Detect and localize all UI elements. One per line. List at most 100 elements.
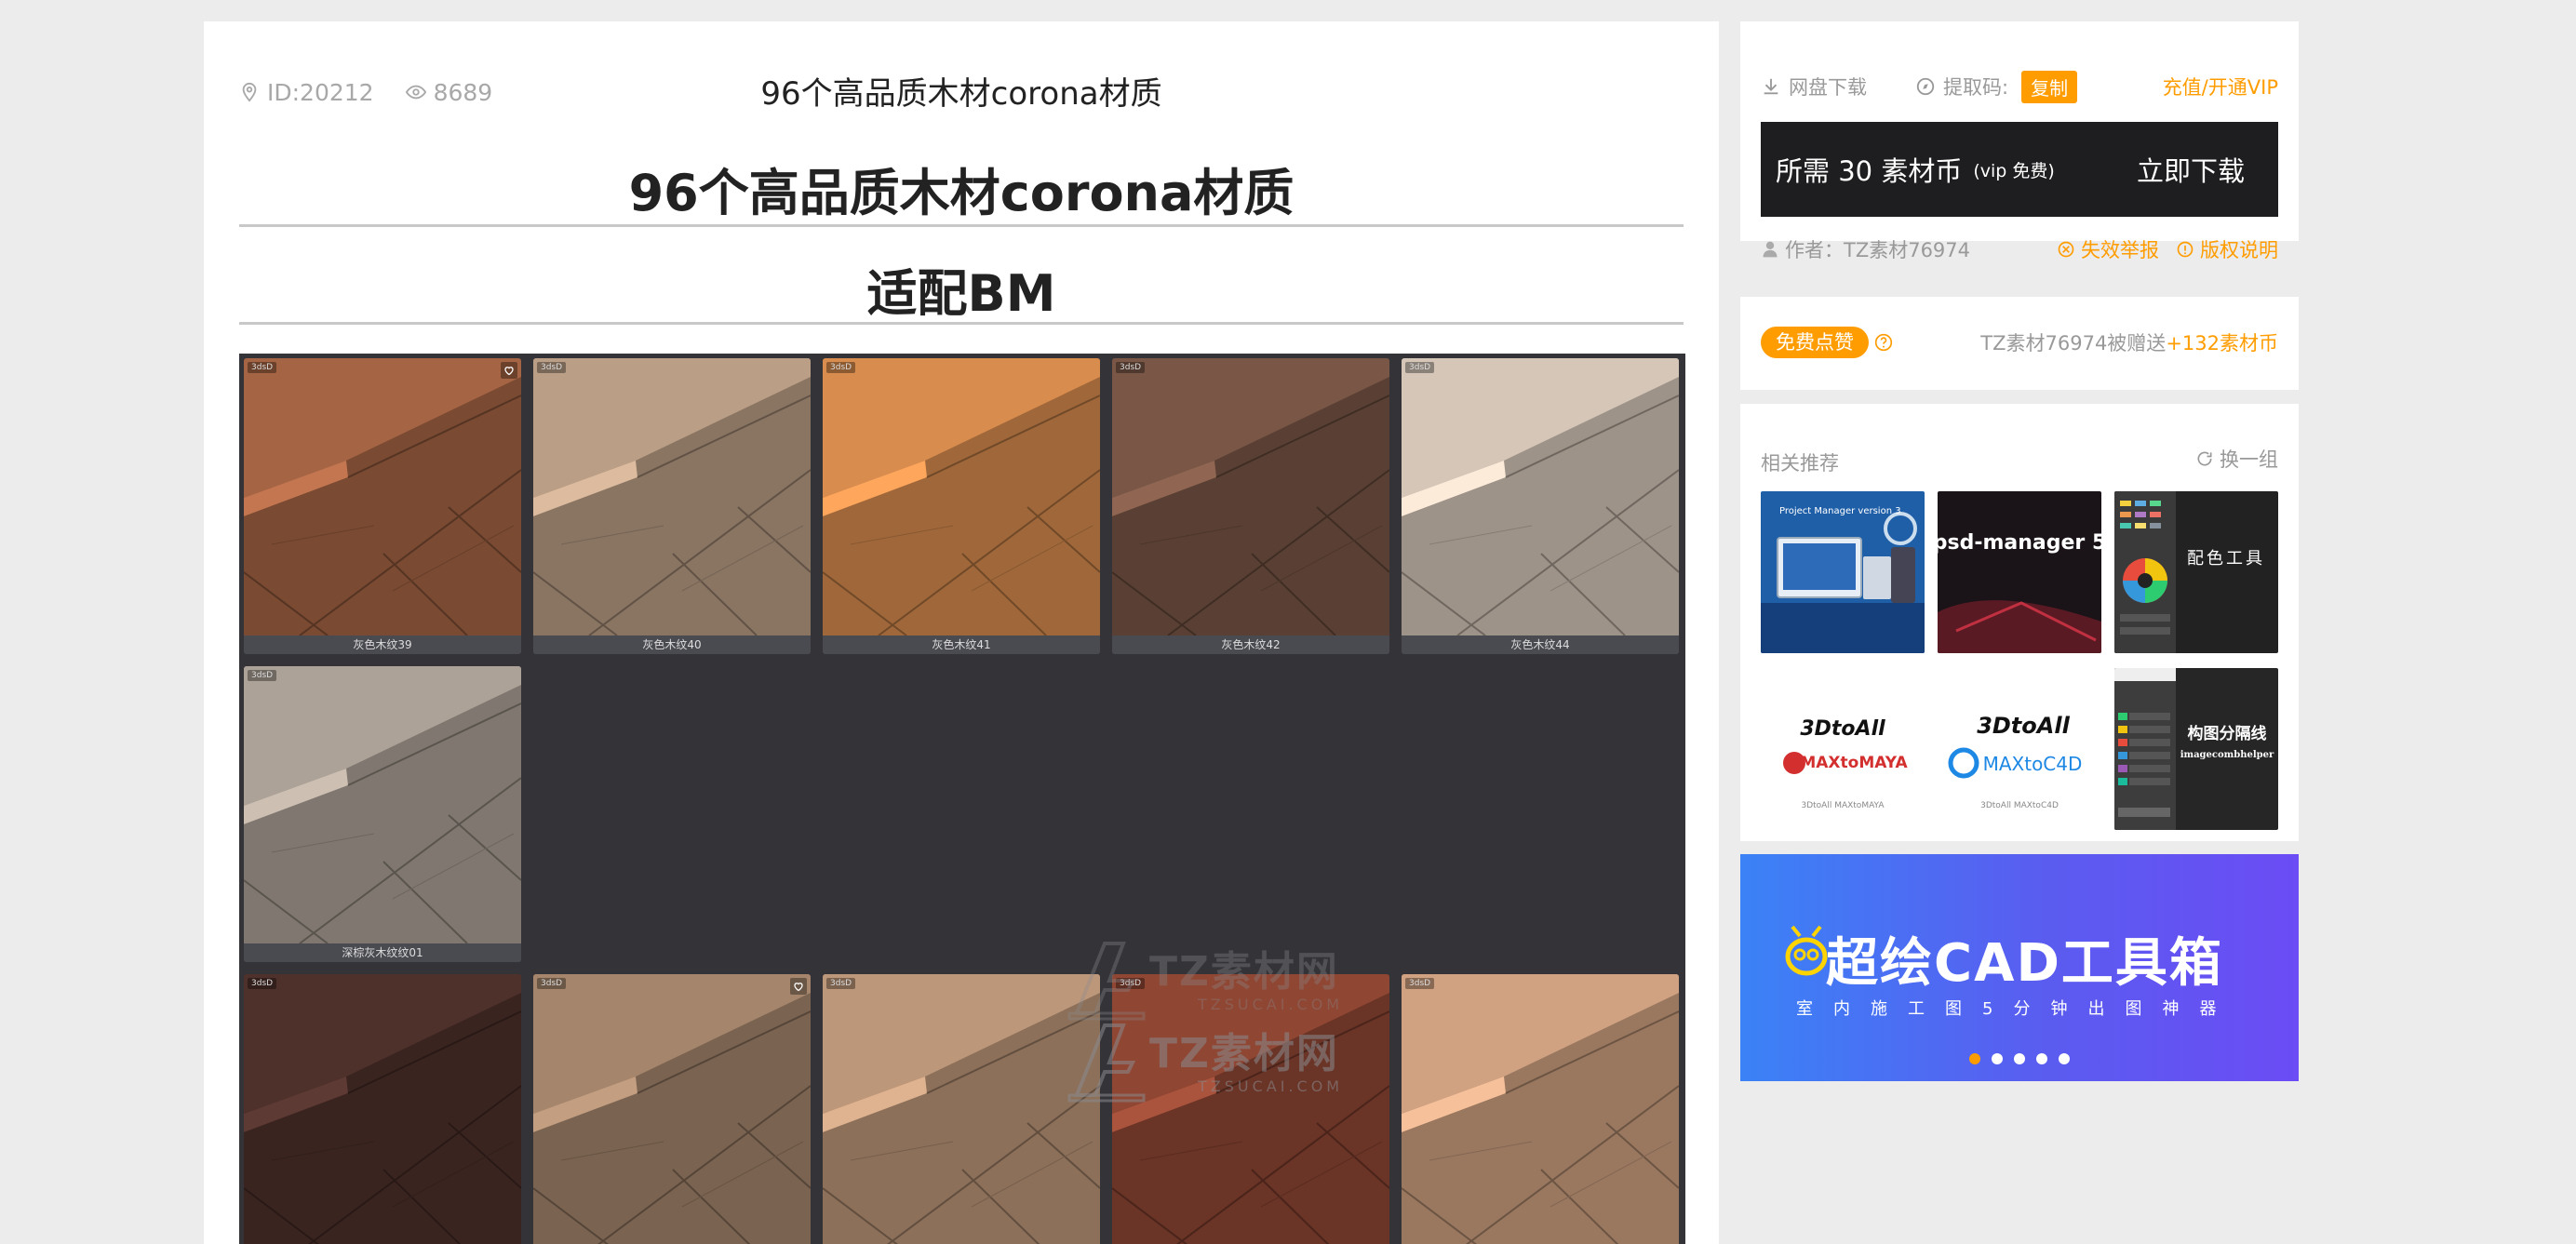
format-badge: 3dsD bbox=[248, 362, 277, 373]
compass-icon bbox=[1916, 77, 1935, 96]
material-caption: 灰色木纹42 bbox=[1112, 635, 1389, 654]
swap-group-button[interactable]: 换一组 bbox=[2195, 445, 2278, 473]
material-tile[interactable]: 3dsD 灰色木纹39 bbox=[244, 358, 521, 654]
material-tile[interactable]: 3dsD 灰色木纹42 bbox=[1112, 358, 1389, 654]
vip-recharge-link[interactable]: 充值/开通VIP bbox=[2163, 73, 2278, 100]
author-name[interactable]: 作者：TZ素材76974 bbox=[1785, 235, 1970, 263]
download-now-label: 立即下载 bbox=[2136, 155, 2245, 187]
carousel-dots bbox=[1969, 1053, 2070, 1064]
material-caption: 灰色木纹39 bbox=[244, 635, 521, 654]
material-caption: 灰色木纹40 bbox=[533, 635, 811, 654]
format-badge: 3dsD bbox=[826, 978, 856, 989]
refresh-icon bbox=[2197, 451, 2212, 466]
banner-title: 超绘CAD工具箱 bbox=[1826, 933, 2223, 994]
extract-code: 提取码: 复制 bbox=[1915, 70, 2078, 103]
thumb-sublabel: imagecombhelper bbox=[2180, 750, 2274, 760]
page-title: 96个高品质木材corona材质 bbox=[760, 75, 1162, 113]
material-preview-image bbox=[1402, 974, 1679, 1244]
material-preview-image bbox=[244, 666, 521, 943]
carousel-dot[interactable] bbox=[2014, 1053, 2025, 1064]
coin-cost: 所需 30 素材币 bbox=[1776, 155, 1963, 187]
format-badge: 3dsD bbox=[537, 362, 567, 373]
watermark-sub: TZSUCAI.COM bbox=[1198, 1077, 1344, 1095]
watermark: TZ素材网 TZSUCAI.COM bbox=[1058, 1016, 1356, 1118]
free-like-button[interactable]: 免费点赞 bbox=[1761, 327, 1869, 358]
format-badge: 3dsD bbox=[1405, 362, 1435, 373]
format-badge: 3dsD bbox=[248, 670, 277, 681]
thumb-label: 配色工具 bbox=[2187, 549, 2265, 568]
favorite-heart-icon[interactable] bbox=[790, 978, 807, 995]
recommend-item[interactable]: 配色工具 bbox=[2114, 491, 2278, 653]
thumb-label: Project Manager version 3 bbox=[1779, 506, 1901, 516]
max-to-maya-thumbnail: 3DtoAll MAXtoMAYA 3DtoAll MAXtoMAYA bbox=[1761, 668, 1925, 830]
recommend-item[interactable]: Project Manager version 3 bbox=[1761, 491, 1925, 653]
svg-text:3DtoAll: 3DtoAll bbox=[1800, 717, 1885, 741]
carousel-dot[interactable] bbox=[1992, 1053, 2003, 1064]
download-icon bbox=[1764, 78, 1778, 95]
info-circle-icon bbox=[2177, 241, 2194, 258]
material-preview-image bbox=[533, 974, 811, 1244]
netdisk-download-link[interactable]: 网盘下载 bbox=[1761, 73, 1867, 100]
content-heading: 96个高品质木材corona材质 bbox=[628, 164, 1295, 222]
mascot-icon bbox=[1785, 925, 1828, 976]
cad-toolbox-banner[interactable]: 超绘CAD工具箱 室内施工图5分钟出图神器 bbox=[1740, 854, 2299, 1081]
project-manager-thumbnail: Project Manager version 3 bbox=[1761, 491, 1925, 653]
report-link[interactable]: 失效举报 bbox=[2057, 235, 2159, 263]
svg-text:MAXtoMAYA: MAXtoMAYA bbox=[1800, 754, 1908, 772]
carousel-dot[interactable] bbox=[1969, 1053, 1980, 1064]
carousel-dot[interactable] bbox=[2036, 1053, 2047, 1064]
format-badge: 3dsD bbox=[826, 362, 856, 373]
material-caption: 灰色木纹41 bbox=[823, 635, 1100, 654]
material-preview-image bbox=[244, 974, 521, 1244]
material-tile[interactable]: 3dsD 灰色木纹44 bbox=[1402, 358, 1679, 654]
material-preview-image bbox=[244, 358, 521, 635]
svg-text:MAXtoC4D: MAXtoC4D bbox=[1983, 753, 2083, 775]
recommend-item[interactable]: 3DtoAll MAXtoC4D 3DtoAll MAXtoC4D bbox=[1938, 668, 2101, 830]
copy-code-button[interactable]: 复制 bbox=[2021, 70, 2078, 103]
recommend-title: 相关推荐 bbox=[1761, 452, 1839, 475]
download-now-button[interactable]: 所需 30 素材币 (vip 免费) 立即下载 bbox=[1761, 122, 2278, 217]
watermark-sub: TZSUCAI.COM bbox=[1198, 996, 1344, 1013]
close-circle-icon bbox=[2058, 241, 2074, 258]
main-content: ID:20212 8689 96个高品质木材corona材质 96个高品质木材c… bbox=[204, 21, 1719, 1244]
color-tool-thumbnail: 配色工具 bbox=[2114, 491, 2278, 653]
thumb-label: 3DtoAll MAXtoC4D bbox=[1980, 801, 2059, 810]
format-badge: 3dsD bbox=[248, 978, 277, 989]
material-tile[interactable]: 3dsD 深棕灰木纹纹01 bbox=[244, 666, 521, 962]
material-tile[interactable]: 3dsD bbox=[1402, 974, 1679, 1244]
material-caption: 深棕灰木纹纹01 bbox=[244, 943, 521, 962]
recommend-card: 相关推荐 换一组 Project Manager version 3 psd-m… bbox=[1740, 404, 2299, 841]
help-icon[interactable] bbox=[1874, 333, 1893, 352]
download-card: 网盘下载 提取码: 复制 充值/开通VIP 所需 30 素材币 (vip 免费)… bbox=[1740, 21, 2299, 261]
composition-line-thumbnail: 构图分隔线 imagecombhelper bbox=[2114, 668, 2278, 830]
thumb-label: psd-manager 5 bbox=[1938, 531, 2101, 555]
material-caption: 灰色木纹44 bbox=[1402, 635, 1679, 654]
thumb-label: 构图分隔线 bbox=[2188, 724, 2267, 743]
material-tile[interactable]: 3dsD bbox=[533, 974, 811, 1244]
material-tile[interactable]: 3dsD 灰色木纹41 bbox=[823, 358, 1100, 654]
format-badge: 3dsD bbox=[537, 978, 567, 989]
psd-manager-thumbnail: psd-manager 5 bbox=[1938, 491, 2101, 653]
material-preview-image bbox=[533, 358, 811, 635]
favorite-heart-icon[interactable] bbox=[501, 362, 517, 379]
format-badge: 3dsD bbox=[1116, 362, 1146, 373]
recommend-item[interactable]: psd-manager 5 bbox=[1938, 491, 2101, 653]
user-icon bbox=[1763, 241, 1778, 258]
content-subheading: 适配BM bbox=[866, 264, 1056, 323]
banner-subtitle: 室内施工图5分钟出图神器 bbox=[1796, 999, 2237, 1019]
max-to-c4d-thumbnail: 3DtoAll MAXtoC4D 3DtoAll MAXtoC4D bbox=[1938, 668, 2101, 830]
thumb-label: 3DtoAll MAXtoMAYA bbox=[1801, 801, 1885, 810]
like-card: 免费点赞 TZ素材76974被赠送+132素材币 bbox=[1740, 297, 2299, 390]
gift-info: TZ素材76974被赠送+132素材币 bbox=[1980, 332, 2278, 354]
recommend-item[interactable]: 构图分隔线 imagecombhelper bbox=[2114, 668, 2278, 830]
material-preview-gallery: 3dsD 3dsD 3dsD 3dsD 3dsD 3dsD 深棕灰木纹纹01 3dsD 灰色木纹… bbox=[239, 354, 1685, 1244]
watermark-title: TZ素材网 bbox=[1149, 1030, 1339, 1077]
copyright-link[interactable]: 版权说明 bbox=[2176, 235, 2278, 263]
material-preview-image bbox=[823, 358, 1100, 635]
recommend-item[interactable]: 3DtoAll MAXtoMAYA 3DtoAll MAXtoMAYA bbox=[1761, 668, 1925, 830]
carousel-dot[interactable] bbox=[2059, 1053, 2070, 1064]
material-tile[interactable]: 3dsD 灰色木纹40 bbox=[533, 358, 811, 654]
material-preview-image bbox=[1112, 358, 1389, 635]
material-tile[interactable]: 3dsD bbox=[244, 974, 521, 1244]
divider bbox=[239, 224, 1684, 227]
